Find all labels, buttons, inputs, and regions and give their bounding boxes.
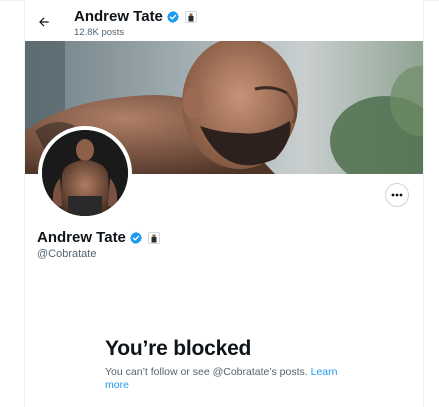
header-display-name: Andrew Tate [74, 8, 163, 25]
more-options-button[interactable] [385, 183, 409, 207]
verified-badge-icon [129, 231, 142, 245]
blocked-title: You’re blocked [105, 337, 252, 360]
affiliate-badge-icon[interactable] [147, 232, 160, 244]
profile-header: Andrew Tate 12.8K posts [25, 0, 423, 41]
affiliate-logo-icon [188, 13, 194, 21]
arrow-left-icon [39, 17, 49, 27]
avatar-image [42, 130, 128, 216]
header-posts-count: 12.8K posts [74, 27, 125, 38]
profile-name-row: Andrew Tate [37, 229, 160, 247]
profile-page: Andrew Tate 12.8K posts Andrew Tate @Cob… [24, 0, 424, 407]
profile-avatar[interactable] [38, 126, 132, 220]
affiliate-logo-icon [151, 234, 157, 242]
verified-badge-icon [166, 10, 179, 24]
header-name-row: Andrew Tate [74, 8, 197, 26]
back-button[interactable] [33, 11, 55, 33]
profile-handle: @Cobratate [37, 248, 97, 260]
profile-display-name: Andrew Tate [37, 229, 126, 246]
more-horizontal-icon [391, 193, 403, 197]
blocked-message: You can’t follow or see @Cobratate’s pos… [105, 366, 345, 392]
affiliate-badge-icon[interactable] [184, 11, 197, 23]
blocked-message-text: You can’t follow or see @Cobratate’s pos… [105, 366, 308, 378]
